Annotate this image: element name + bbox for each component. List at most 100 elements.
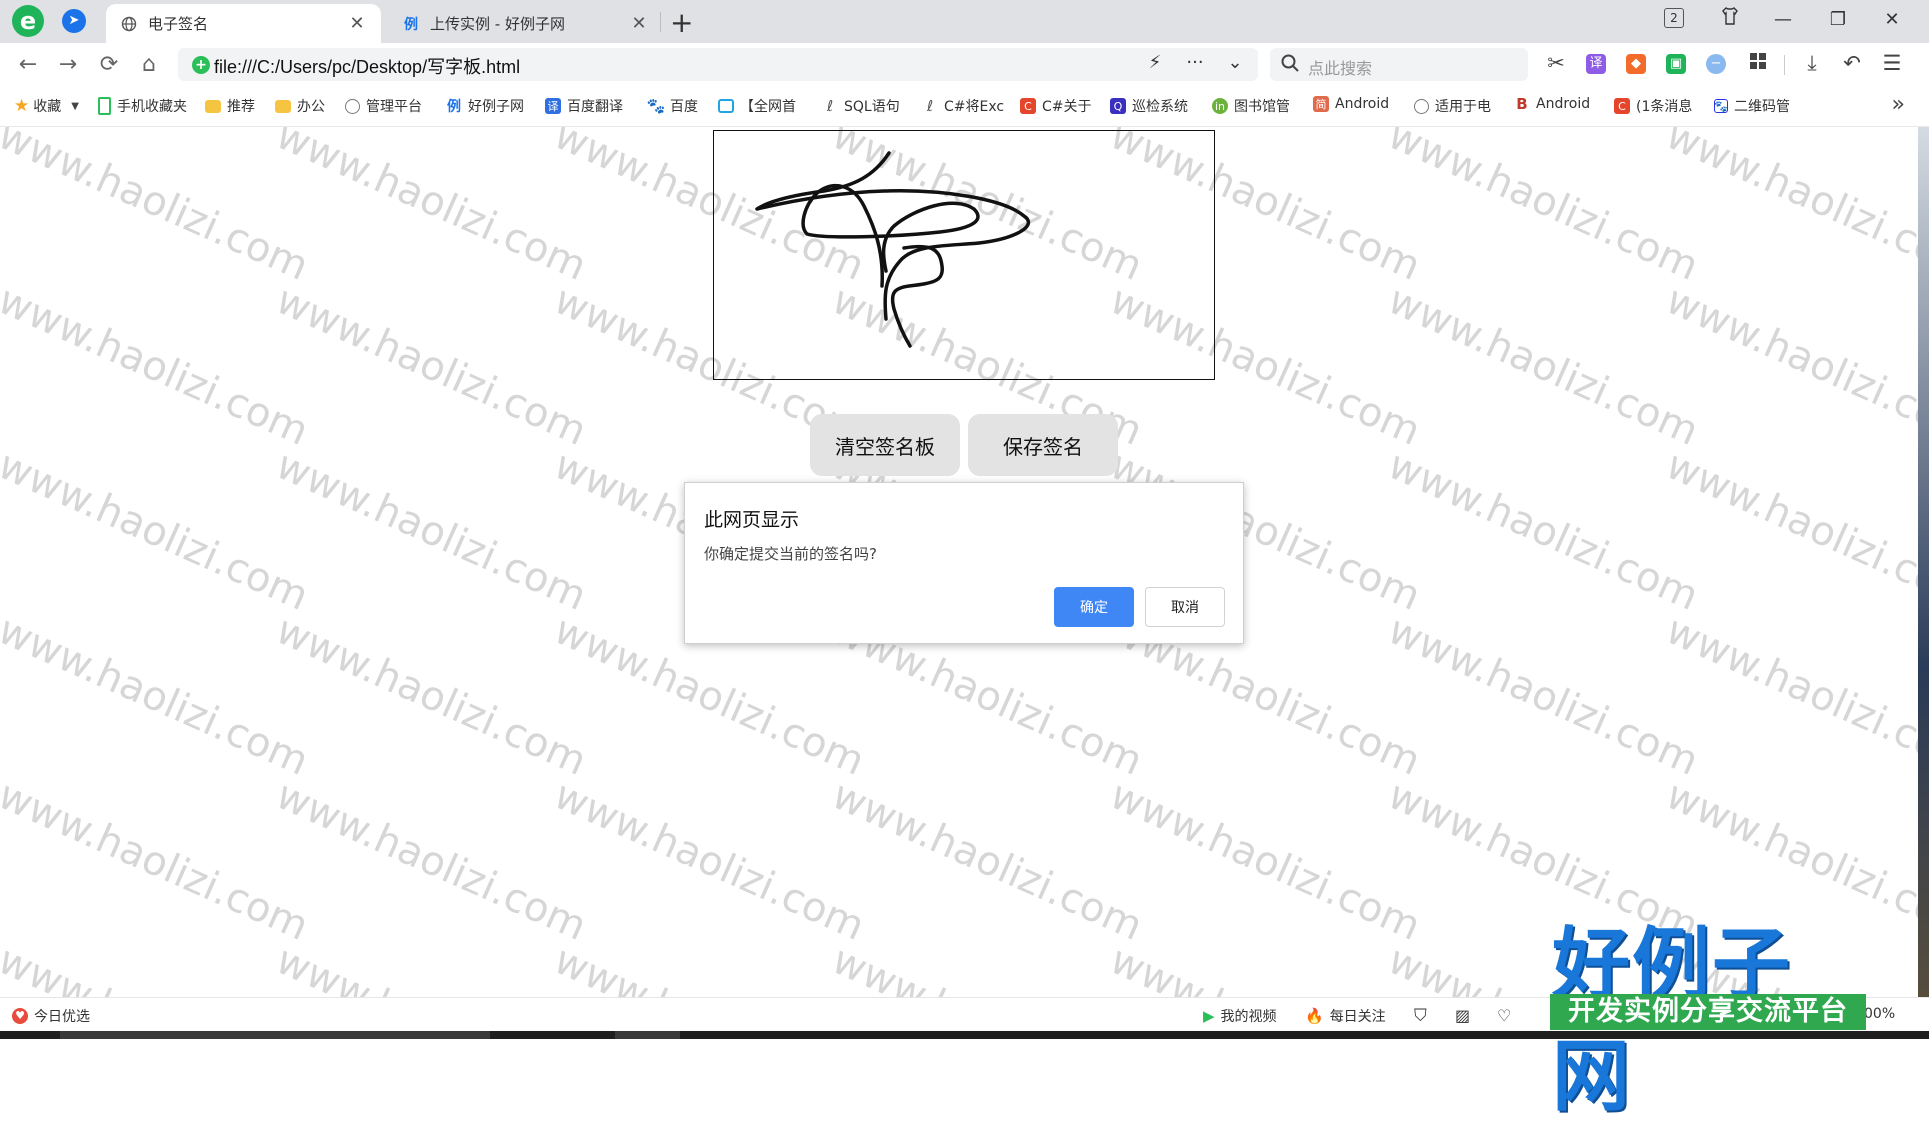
game-ext-icon[interactable]: ◆ [1626, 54, 1646, 74]
toggle-ext-icon[interactable]: − [1706, 54, 1726, 74]
home-icon[interactable]: ⌂ [135, 51, 163, 79]
daily-follow[interactable]: 🔥 每日关注 [1305, 1006, 1386, 1026]
my-videos[interactable]: ▶ 我的视频 [1203, 1006, 1277, 1026]
tab-esign[interactable]: 电子签名 ✕ [106, 4, 381, 43]
watermark-text: www.haolizi.com [1381, 442, 1706, 620]
bookmark-android-jianshu[interactable]: 简 Android [1313, 96, 1389, 112]
search-box[interactable]: 点此搜索 [1270, 48, 1528, 81]
bookmark-recommend[interactable]: 推荐 [205, 96, 255, 116]
b-icon: B [1516, 95, 1528, 113]
bookmark-label: 办公 [297, 99, 325, 115]
taskbar-item[interactable] [60, 1031, 490, 1039]
bookmark-sql[interactable]: ℓ SQL语句 [822, 96, 900, 116]
bookmark-label: 图书馆管 [1234, 99, 1290, 115]
watermark-text: www.haolizi.com [1381, 127, 1706, 290]
watermark-text: www.haolizi.com [1659, 607, 1929, 785]
confirm-dialog: 此网页显示 你确定提交当前的签名吗? 确定 取消 [684, 482, 1244, 644]
bookmark-baidu[interactable]: 🐾 百度 [647, 96, 698, 116]
watermark-text: www.haolizi.com [0, 937, 315, 997]
tv-icon [718, 99, 734, 113]
clear-signature-button[interactable]: 清空签名板 [810, 414, 960, 476]
bookmark-label: 收藏 [33, 99, 62, 115]
apps-grid-icon[interactable] [1744, 51, 1772, 75]
watermark-text: www.haolizi.com [269, 442, 594, 620]
chevron-down-icon[interactable]: ⌄ [1222, 52, 1248, 73]
bookmark-label: 百度 [670, 99, 698, 115]
paw-icon: 🐾 [1714, 99, 1728, 113]
heart-icon: ♥ [12, 1008, 28, 1024]
tab-count-badge[interactable]: 2 [1664, 8, 1684, 28]
more-icon[interactable]: ··· [1182, 52, 1208, 73]
reload-icon[interactable]: ⟳ [95, 51, 123, 79]
status-left-label: 今日优选 [34, 1009, 90, 1025]
watermark-text: www.haolizi.com [825, 772, 1150, 950]
undo-icon[interactable]: ↶ [1838, 51, 1866, 75]
send-icon[interactable]: ➤ [62, 9, 86, 33]
back-icon[interactable]: ← [14, 51, 42, 79]
lightning-icon[interactable]: ⚡ [1142, 52, 1168, 73]
bookmark-csharp-about[interactable]: C C#关于 [1020, 96, 1092, 116]
bookmark-haolizi[interactable]: 例 好例子网 [446, 96, 524, 116]
watermark-text: www.haolizi.com [1659, 127, 1929, 290]
bookmark-mobile[interactable]: 手机收藏夹 [98, 96, 187, 116]
caret-down-icon[interactable]: ▼ [71, 101, 79, 112]
bookmark-qrcode[interactable]: 🐾 二维码管 [1714, 96, 1790, 116]
search-icon [1280, 53, 1300, 78]
dialog-message: 你确定提交当前的签名吗? [704, 545, 877, 563]
page-content: www.haolizi.com www.haolizi.com www.haoliz… [0, 127, 1929, 997]
bookmark-label: 推荐 [227, 99, 255, 115]
bookmark-inspection[interactable]: Q 巡检系统 [1110, 96, 1188, 116]
watermark-text: www.haolizi.com [1659, 277, 1929, 455]
daily-picks[interactable]: ♥ 今日优选 [12, 1006, 90, 1026]
reader-ext-icon[interactable]: ▣ [1666, 54, 1686, 74]
forward-icon[interactable]: → [54, 51, 82, 79]
translate-ext-icon[interactable]: 译 [1586, 54, 1606, 74]
scissors-icon[interactable]: ✂ [1542, 51, 1570, 75]
shield-icon[interactable]: ⛉ [1414, 1006, 1427, 1026]
bookmark-label: SQL语句 [844, 99, 900, 115]
restore-icon[interactable]: ❐ [1822, 6, 1854, 34]
bookmark-office[interactable]: 办公 [275, 96, 325, 116]
save-signature-button[interactable]: 保存签名 [968, 414, 1118, 476]
bookmark-bilibili[interactable]: 【全网首 [718, 96, 796, 116]
chevron-right-double-icon[interactable]: » [1892, 92, 1905, 117]
bookmark-messages[interactable]: C (1条消息 [1614, 96, 1692, 116]
globe-icon [345, 98, 360, 114]
taskbar-item[interactable] [615, 1031, 680, 1039]
bookmark-applicable[interactable]: 适用于电 [1414, 96, 1491, 116]
image-icon[interactable]: ▨ [1455, 1006, 1470, 1025]
shirt-icon[interactable] [1714, 6, 1746, 34]
tab-haolizi-upload[interactable]: 例 上传实例 - 好例子网 ✕ [388, 4, 663, 43]
browser-toolbar: ← → ⟳ ⌂ + file:///C:/Users/pc/Desktop/写字… [0, 43, 1929, 86]
close-icon[interactable]: ✕ [629, 13, 649, 34]
minimize-icon[interactable]: — [1767, 6, 1799, 34]
zoom-level[interactable]: 00% [1864, 1006, 1895, 1022]
bookmark-baidu-translate[interactable]: 译 百度翻译 [545, 96, 623, 116]
address-bar[interactable]: + file:///C:/Users/pc/Desktop/写字板.html ⚡… [178, 48, 1258, 81]
feather-icon: ℓ [826, 97, 834, 115]
menu-icon[interactable]: ☰ [1878, 51, 1906, 75]
close-icon[interactable]: ✕ [347, 13, 367, 34]
brand-slogan: 开发实例分享交流平台 [1550, 994, 1866, 1030]
close-window-icon[interactable]: ✕ [1876, 6, 1908, 34]
bookmark-android-b[interactable]: B Android [1514, 95, 1590, 113]
confirm-ok-button[interactable]: 确定 [1054, 587, 1134, 627]
bookmark-csharp-excel[interactable]: ℓ C#将Exc [922, 96, 1004, 116]
toolbar-divider [1784, 55, 1785, 75]
confirm-cancel-button[interactable]: 取消 [1145, 587, 1225, 627]
bookmarks-bar: ★ 收藏 ▼ 手机收藏夹 推荐 办公 管理平台 例 好例子网 译 百度翻译 🐾 … [0, 86, 1929, 127]
new-tab-icon[interactable]: + [670, 6, 693, 39]
download-icon[interactable]: ⤓ [1798, 51, 1826, 76]
heartbeat-icon[interactable]: ♡ [1497, 1006, 1511, 1025]
address-url[interactable]: file:///C:/Users/pc/Desktop/写字板.html [214, 53, 520, 79]
bookmark-management[interactable]: 管理平台 [345, 96, 422, 116]
bookmark-library[interactable]: in 图书馆管 [1212, 96, 1290, 116]
bookmark-label: 好例子网 [468, 99, 524, 115]
watermark-text: www.haolizi.com [0, 772, 316, 950]
translate-icon: 译 [545, 98, 561, 114]
browser-logo-icon[interactable]: e [12, 5, 44, 37]
bookmark-favorites[interactable]: ★ 收藏 ▼ [14, 96, 79, 116]
signature-canvas[interactable] [713, 130, 1215, 380]
csdn-icon: C [1020, 98, 1036, 114]
watermark-text: www.haolizi.com [0, 277, 316, 455]
